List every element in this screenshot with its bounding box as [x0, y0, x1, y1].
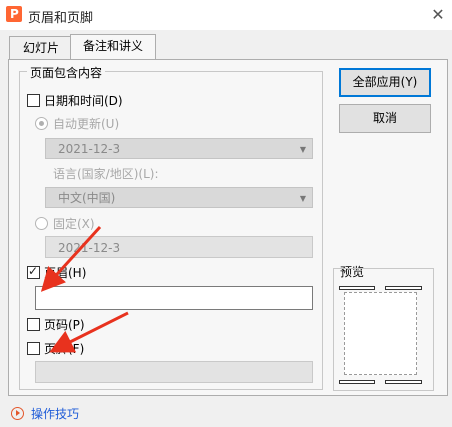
annotation-arrow-header: [40, 225, 102, 292]
annotation-arrow-footer: [49, 311, 129, 353]
annotation-arrows: [40, 225, 129, 353]
